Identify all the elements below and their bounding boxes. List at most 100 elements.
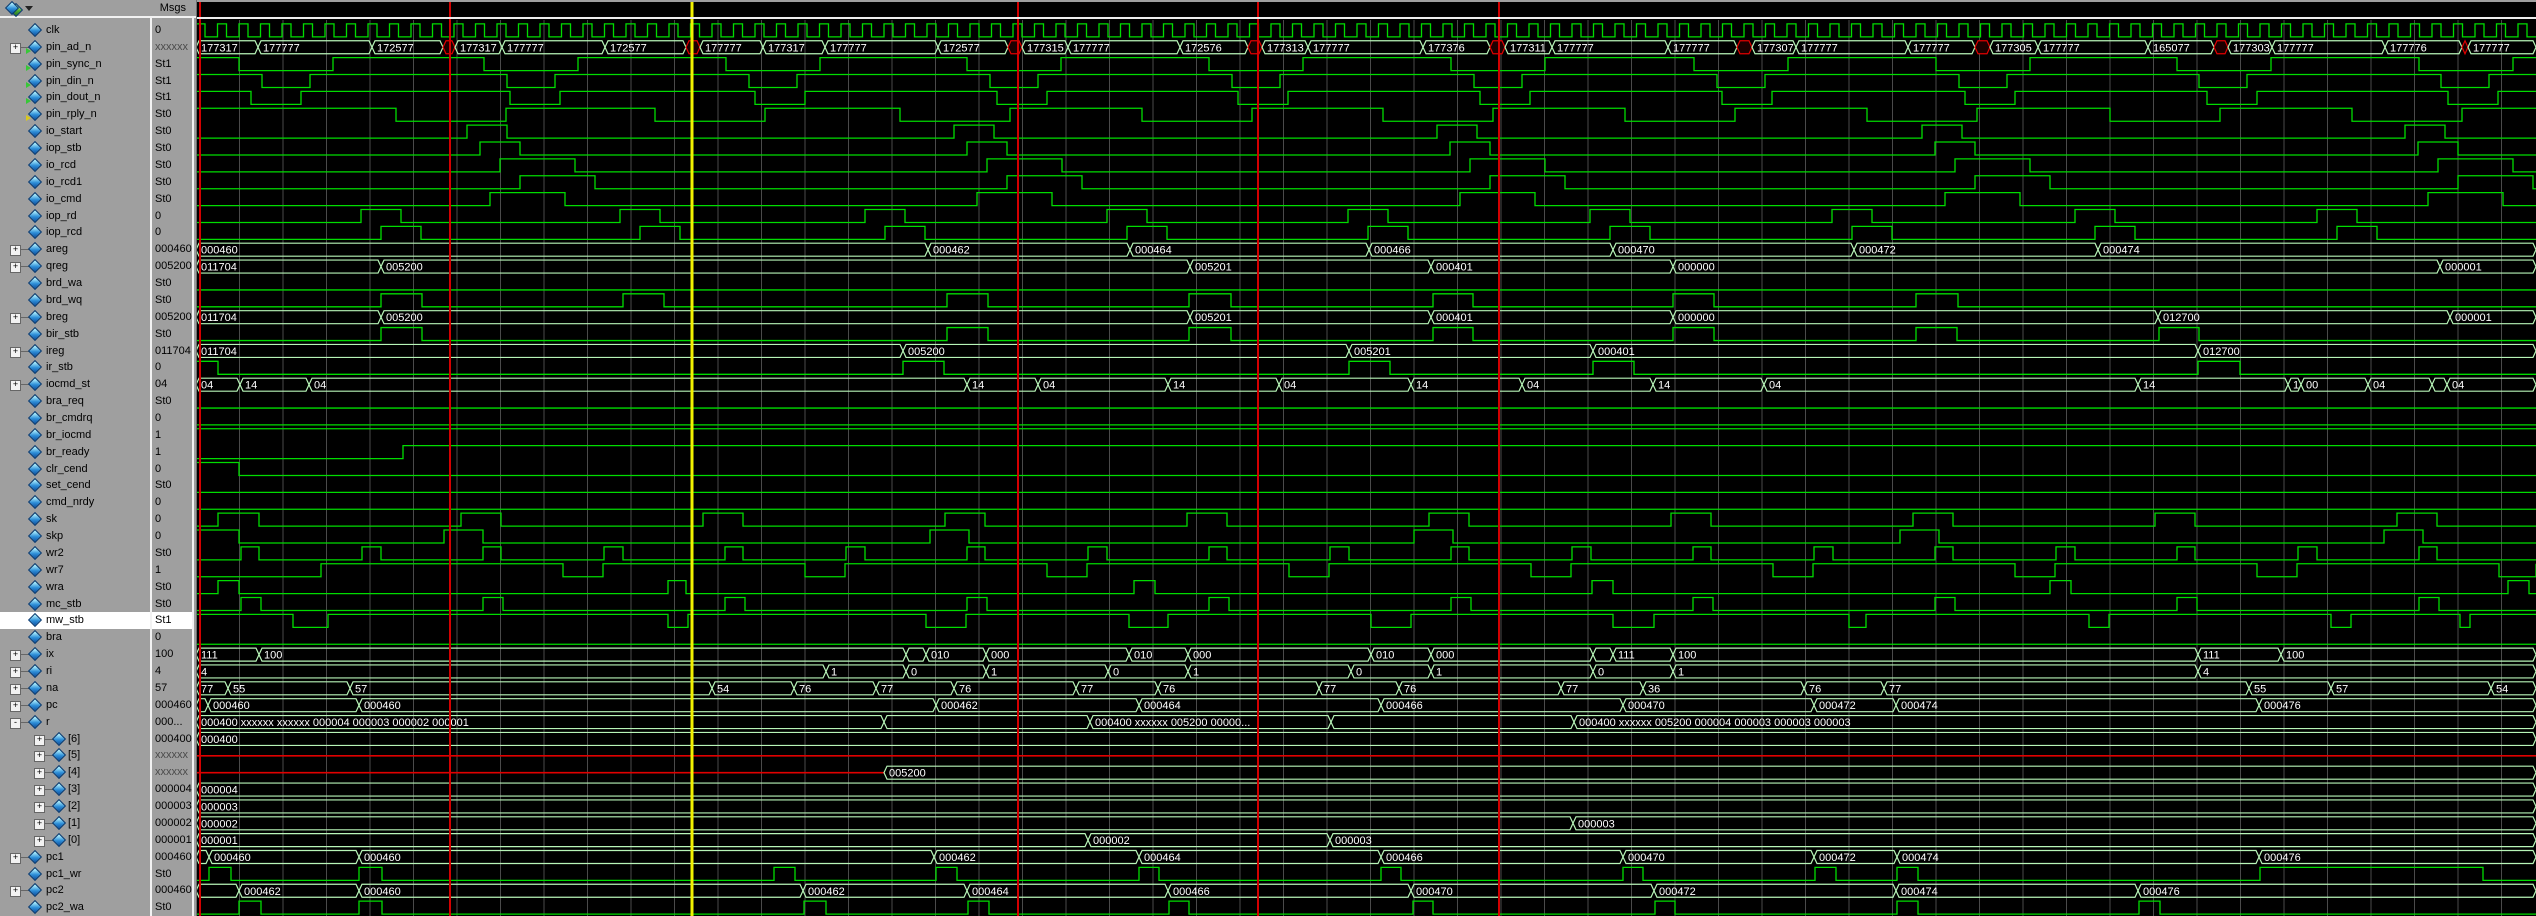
signal-row-r[interactable]: -r000... [0,714,194,731]
signal-name[interactable]: clr_cend [46,463,88,475]
signal-name[interactable]: io_rcd [46,159,76,171]
expand-icon[interactable]: + [10,262,21,273]
signal-name[interactable]: pin_rply_n [46,108,97,120]
signal-row-pin_sync_n[interactable]: pin_sync_nSt1 [0,56,194,73]
signal-row-skp[interactable]: skp0 [0,528,194,545]
cursor-track[interactable] [196,0,2536,2]
signal-row-3[interactable]: +[3]000004 [0,781,194,798]
signal-name[interactable]: ireg [46,345,64,357]
signal-name[interactable]: br_ready [46,446,89,458]
expand-icon[interactable]: + [10,853,21,864]
signal-row-io_rcd1[interactable]: io_rcd1St0 [0,174,194,191]
signal-row-wr2[interactable]: wr2St0 [0,545,194,562]
signal-name[interactable]: io_cmd [46,193,81,205]
signal-row-mc_stb[interactable]: mc_stbSt0 [0,596,194,613]
signal-row-pc[interactable]: +pc000460 [0,697,194,714]
expand-icon[interactable]: + [10,886,21,897]
signal-name[interactable]: pc1_wr [46,868,81,880]
signal-name[interactable]: [4] [68,766,80,778]
signal-name[interactable]: skp [46,530,63,542]
signal-name[interactable]: wr2 [46,547,64,559]
expand-icon[interactable]: + [34,819,45,830]
expand-icon[interactable]: + [10,347,21,358]
signal-name[interactable]: bra_req [46,395,84,407]
signal-row-ix[interactable]: +ix100 [0,646,194,663]
signal-name[interactable]: [2] [68,800,80,812]
signal-name[interactable]: set_cend [46,479,91,491]
collapse-icon[interactable]: - [10,718,21,729]
expand-icon[interactable]: + [10,245,21,256]
expand-icon[interactable]: + [10,667,21,678]
signal-name[interactable]: [3] [68,783,80,795]
expand-icon[interactable]: + [34,802,45,813]
signal-row-io_start[interactable]: io_startSt0 [0,123,194,140]
signal-name[interactable]: brd_wa [46,277,82,289]
expand-icon[interactable]: + [34,836,45,847]
signal-name[interactable]: pc1 [46,851,64,863]
signal-row-na[interactable]: +na57 [0,680,194,697]
signal-row-qreg[interactable]: +qreg005200 [0,258,194,275]
signal-name[interactable]: pin_din_n [46,75,94,87]
signal-name[interactable]: r [46,716,50,728]
waveform-canvas[interactable]: 1773171777771725771773171777771725771777… [196,0,2536,916]
signal-row-pc2_wa[interactable]: pc2_waSt0 [0,899,194,916]
expand-icon[interactable]: + [10,650,21,661]
signal-row-iop_rcd[interactable]: iop_rcd0 [0,224,194,241]
signal-name[interactable]: iocmd_st [46,378,90,390]
signal-row-ireg[interactable]: +ireg011704 [0,343,194,360]
signal-name[interactable]: ix [46,648,54,660]
signal-name[interactable]: br_cmdrq [46,412,92,424]
signal-row-iop_rd[interactable]: iop_rd0 [0,208,194,225]
signal-row-5[interactable]: +[5]xxxxxx [0,747,194,764]
signal-name[interactable]: wra [46,581,64,593]
signal-name[interactable]: bra [46,631,62,643]
expand-icon[interactable]: + [34,735,45,746]
signal-name[interactable]: [0] [68,834,80,846]
signal-name[interactable]: sk [46,513,57,525]
waveform-svg[interactable]: 1773171777771725771773171777771725771777… [196,0,2536,916]
signal-name[interactable]: [1] [68,817,80,829]
signal-row-pc2[interactable]: +pc2000460 [0,882,194,899]
expand-icon[interactable]: + [34,768,45,779]
signal-name[interactable]: pc2 [46,884,64,896]
signal-row-pin_dout_n[interactable]: pin_dout_nSt1 [0,89,194,106]
wave-window-icon[interactable] [5,2,31,15]
signal-name[interactable]: pc [46,699,58,711]
signal-row-bir_stb[interactable]: bir_stbSt0 [0,326,194,343]
signal-name[interactable]: breg [46,311,68,323]
signal-name[interactable]: pin_sync_n [46,58,102,70]
signal-name[interactable]: br_iocmd [46,429,91,441]
signal-name[interactable]: brd_wq [46,294,82,306]
signal-row-brd_wa[interactable]: brd_waSt0 [0,275,194,292]
signal-name[interactable]: pin_ad_n [46,41,91,53]
signal-row-6[interactable]: +[6]000400 [0,731,194,748]
name-value-separator[interactable] [150,0,152,916]
signal-name[interactable]: [6] [68,733,80,745]
signal-row-pin_rply_n[interactable]: pin_rply_nSt0 [0,106,194,123]
expand-icon[interactable]: + [10,684,21,695]
signal-row-br_iocmd[interactable]: br_iocmd1 [0,427,194,444]
signal-name[interactable]: [5] [68,749,80,761]
signal-name[interactable]: mw_stb [46,614,84,626]
signal-row-areg[interactable]: +areg000460 [0,241,194,258]
signal-row-brd_wq[interactable]: brd_wqSt0 [0,292,194,309]
expand-icon[interactable]: + [10,313,21,324]
signal-row-br_ready[interactable]: br_ready1 [0,444,194,461]
signal-name[interactable]: qreg [46,260,68,272]
signal-row-1[interactable]: +[1]000002 [0,815,194,832]
signal-row-ri[interactable]: +ri4 [0,663,194,680]
signal-name[interactable]: na [46,682,58,694]
signal-row-wra[interactable]: wraSt0 [0,579,194,596]
signal-row-mw_stb[interactable]: mw_stbSt1 [0,612,194,629]
signal-row-4[interactable]: +[4]xxxxxx [0,764,194,781]
signal-row-pc1_wr[interactable]: pc1_wrSt0 [0,866,194,883]
signal-name[interactable]: pc2_wa [46,901,84,913]
signal-name[interactable]: bir_stb [46,328,79,340]
expand-icon[interactable]: + [10,380,21,391]
signal-name[interactable]: cmd_nrdy [46,496,94,508]
signal-name[interactable]: clk [46,24,59,36]
value-wave-separator[interactable] [192,0,194,916]
signal-row-pin_ad_n[interactable]: +pin_ad_nxxxxxx [0,39,194,56]
signal-row-ir_stb[interactable]: ir_stb0 [0,359,194,376]
signal-name[interactable]: ir_stb [46,361,73,373]
